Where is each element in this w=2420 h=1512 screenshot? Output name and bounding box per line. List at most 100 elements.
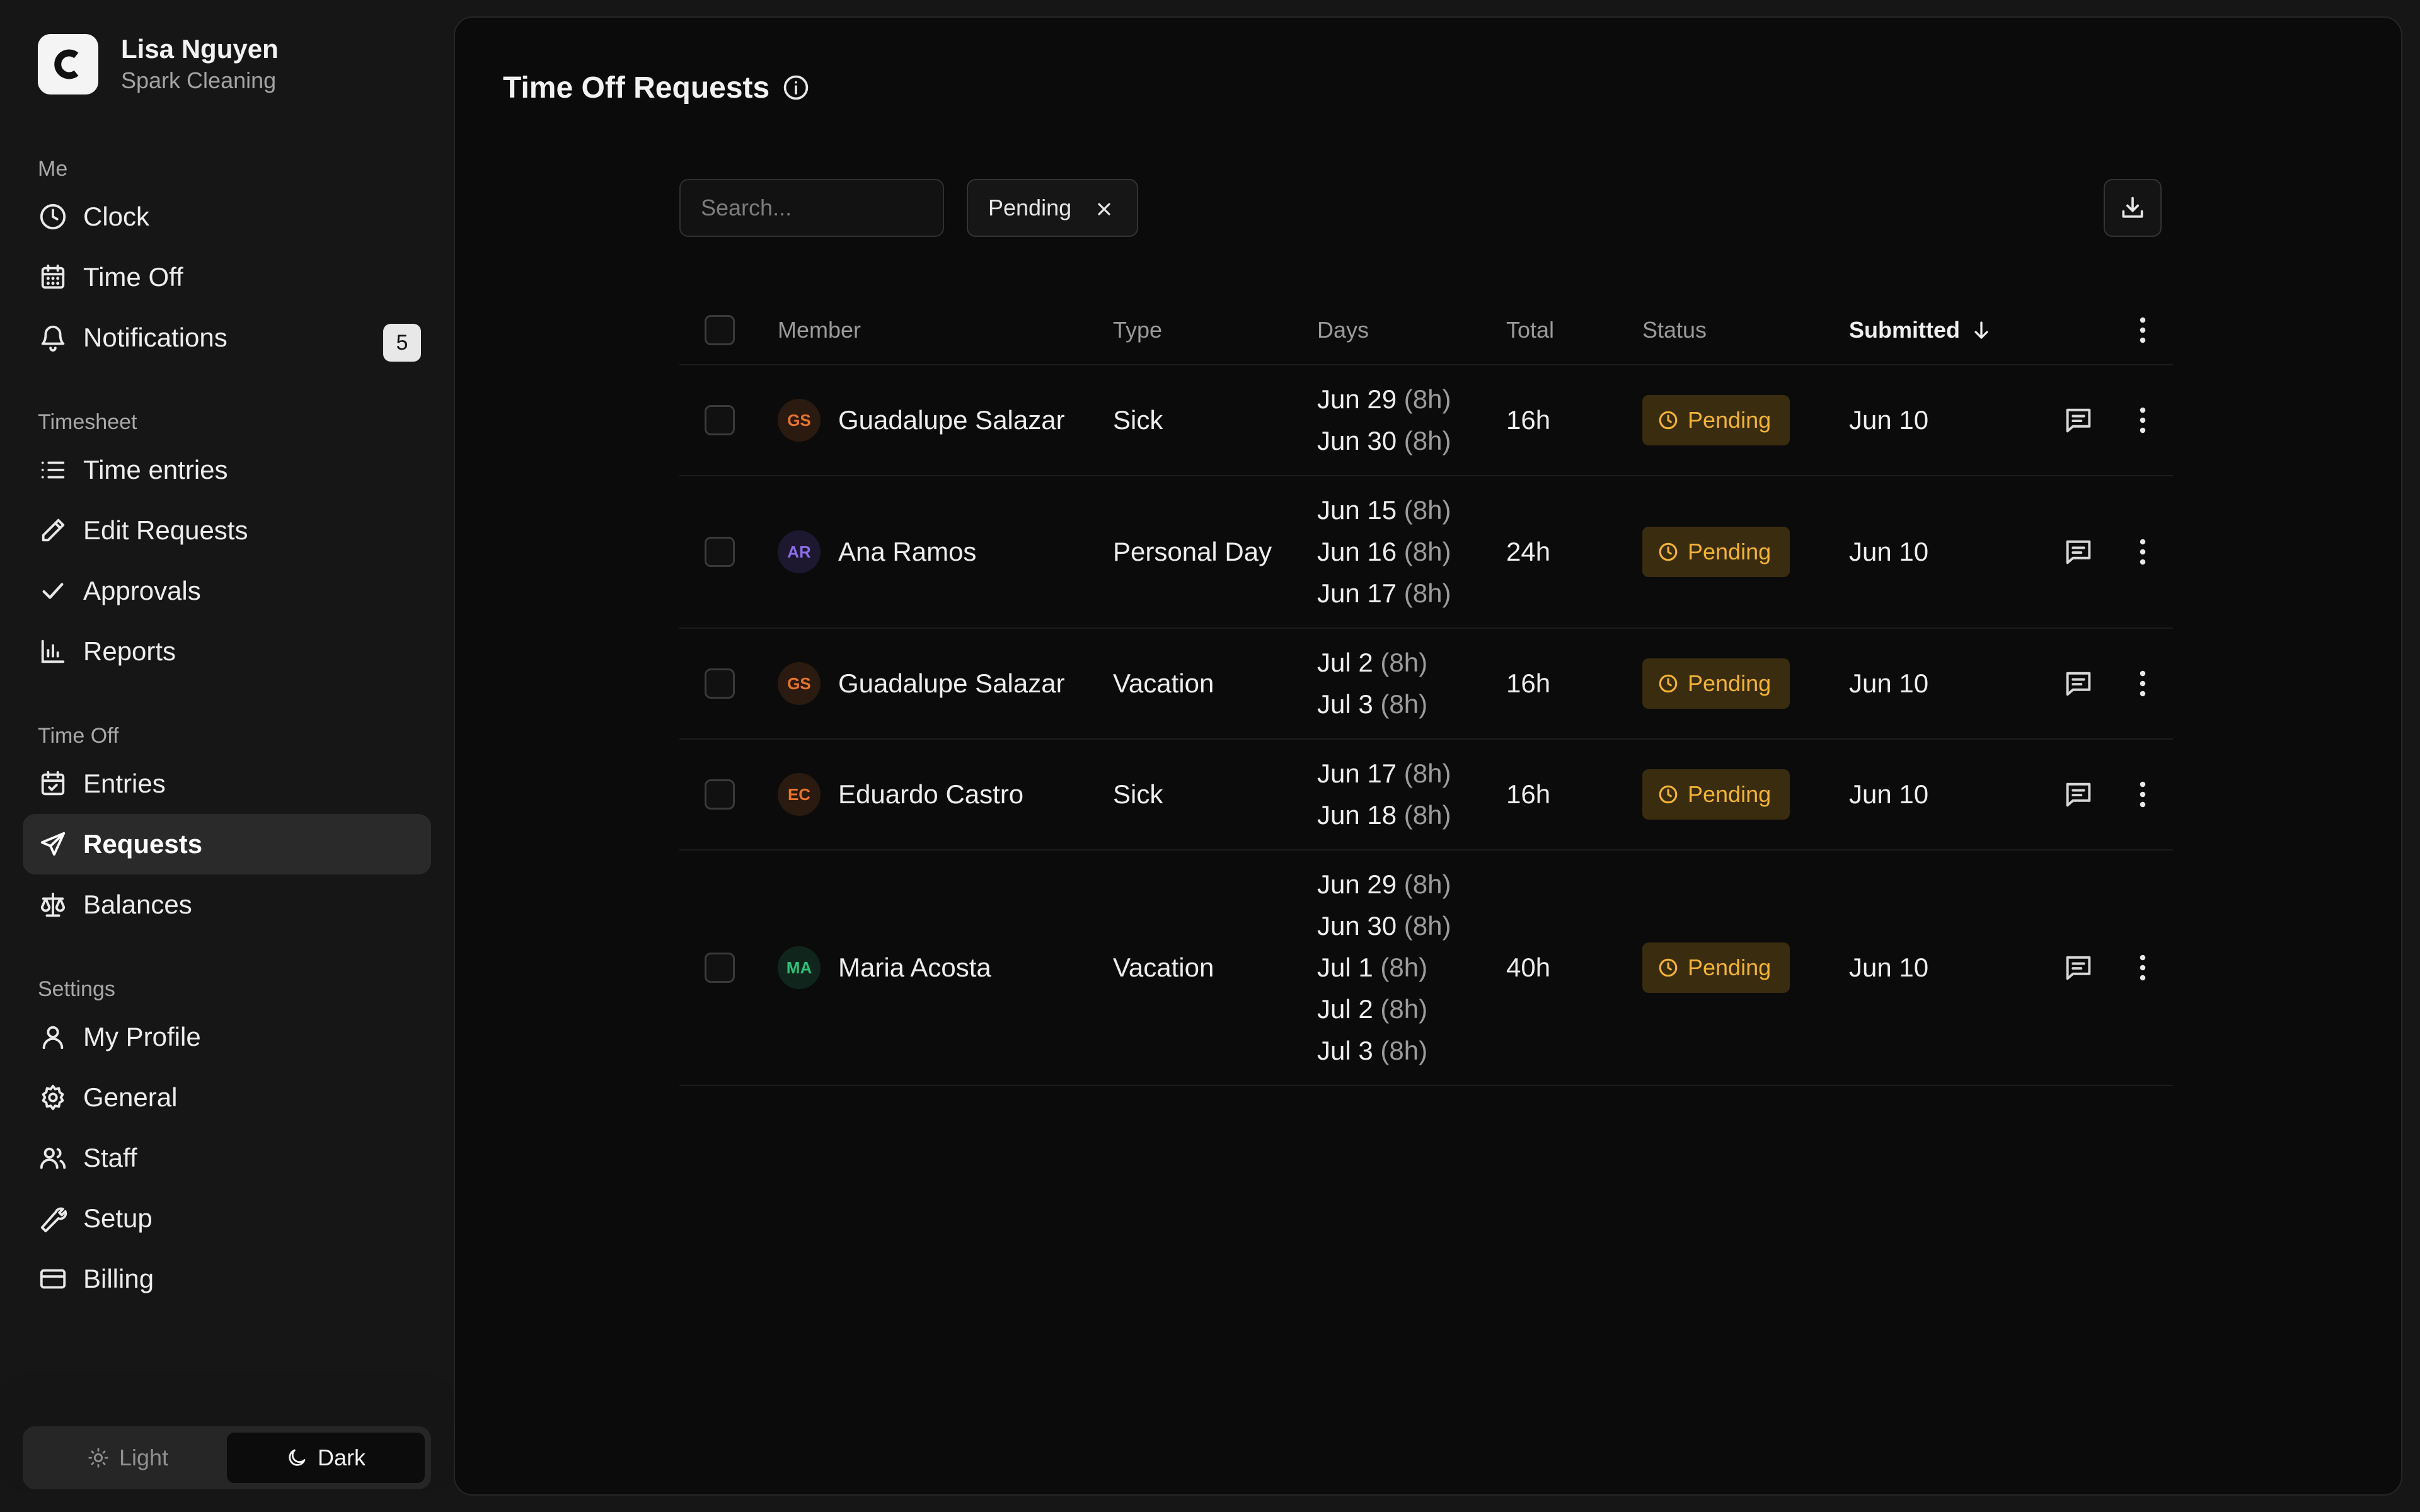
row-checkbox[interactable] [705,668,735,699]
sidebar-item-entries[interactable]: Entries [23,753,431,814]
sidebar-item-label: Edit Requests [83,515,248,545]
main-panel: Time Off Requests Pending Member Type [454,16,2402,1496]
row-checkbox[interactable] [705,779,735,810]
column-header-submitted[interactable]: Submitted [1849,295,1993,365]
table-row[interactable]: EC Eduardo Castro Sick Jun 17 (8h) Jun 18 (8… [679,740,2173,850]
day-date: Jul 3 [1317,1036,1373,1065]
type-cell: Sick [1113,405,1163,435]
sidebar-item-approvals[interactable]: Approvals [23,561,431,621]
sidebar-item-billing[interactable]: Billing [23,1249,431,1309]
total-cell: 16h [1506,779,1551,809]
sidebar-item-my-profile[interactable]: My Profile [23,1007,431,1067]
status-filter-chip[interactable]: Pending [967,179,1138,237]
table-row[interactable]: GS Guadalupe Salazar Vacation Jul 2 (8h) Jul… [679,629,2173,740]
day-date: Jul 2 [1317,994,1373,1024]
comment-button[interactable] [2058,400,2099,440]
status-cell: Pending [1642,365,1790,475]
column-header-total[interactable]: Total [1506,295,1554,365]
row-checkbox[interactable] [705,537,735,567]
comment-button[interactable] [2058,663,2099,704]
sidebar-item-staff[interactable]: Staff [23,1128,431,1188]
row-menu-button[interactable] [2123,663,2163,704]
sidebar-item-edit-requests[interactable]: Edit Requests [23,500,431,561]
more-vertical-icon [2140,317,2146,343]
status-cell: Pending [1642,850,1790,1085]
sidebar-item-label: Clock [83,202,150,231]
row-menu-button[interactable] [2123,400,2163,440]
status-label: Pending [1688,407,1772,433]
type-cell: Personal Day [1113,537,1272,566]
row-menu-button[interactable] [2123,774,2163,815]
day-hours: (8h) [1403,911,1451,941]
section-label-settings: Settings [38,977,115,1001]
member-name[interactable]: Ana Ramos [838,537,976,567]
table-row[interactable]: MA Maria Acosta Vacation Jun 29 (8h) Jun 30 … [679,850,2173,1086]
row-menu-button[interactable] [2123,532,2163,572]
day-hours: (8h) [1380,994,1428,1024]
toolbar: Pending [679,179,2162,239]
section-label-timesheet: Timesheet [38,410,137,434]
member-name[interactable]: Guadalupe Salazar [838,405,1065,435]
sidebar-item-clock[interactable]: Clock [23,186,431,247]
filter-chip-label: Pending [988,195,1072,220]
sidebar-item-general[interactable]: General [23,1067,431,1128]
search-input[interactable] [679,179,944,237]
sidebar-item-label: Time entries [83,455,228,484]
table-body: GS Guadalupe Salazar Sick Jun 29 (8h) Jun 30… [679,365,2173,1086]
submitted-cell: Jun 10 [1849,668,1929,698]
day-entry: Jul 2 (8h) [1317,642,1427,684]
type-cell: Vacation [1113,668,1214,698]
theme-dark-button[interactable]: Dark [227,1433,425,1483]
sidebar-item-reports[interactable]: Reports [23,621,431,682]
table-row[interactable]: AR Ana Ramos Personal Day Jun 15 (8h) Jun 16… [679,476,2173,629]
member-name[interactable]: Eduardo Castro [838,779,1023,810]
column-header-submitted-label: Submitted [1849,317,1960,343]
clock-icon [1657,410,1679,431]
status-label: Pending [1688,539,1772,564]
sidebar-item-label: Staff [83,1143,137,1172]
total-cell: 24h [1506,537,1551,566]
status-label: Pending [1688,781,1772,807]
comment-button[interactable] [2058,948,2099,988]
sidebar-item-time-off[interactable]: Time Off [23,247,431,307]
status-cell: Pending [1642,740,1790,849]
submitted-cell: Jun 10 [1849,537,1929,566]
account-switcher[interactable]: Lisa Nguyen Spark Cleaning [38,33,279,96]
row-checkbox[interactable] [705,405,735,435]
comment-button[interactable] [2058,532,2099,572]
column-header-member[interactable]: Member [778,295,861,365]
close-icon[interactable] [1094,199,1114,219]
users-icon [38,1143,68,1173]
column-header-status[interactable]: Status [1642,295,1707,365]
member-name[interactable]: Guadalupe Salazar [838,668,1065,699]
sidebar-item-setup[interactable]: Setup [23,1188,431,1249]
info-icon[interactable] [782,74,810,101]
clock-icon [38,202,68,232]
submitted-cell: Jun 10 [1849,405,1929,435]
sidebar-item-time-entries[interactable]: Time entries [23,440,431,500]
comment-cell [2058,629,2099,738]
sidebar-item-notifications[interactable]: Notifications 5 [23,307,431,368]
days-cell: Jul 2 (8h) Jul 3 (8h) [1317,629,1427,738]
column-header-type[interactable]: Type [1113,295,1162,365]
moon-icon [286,1447,308,1469]
status-badge: Pending [1642,395,1790,445]
sidebar-item-balances[interactable]: Balances [23,874,431,935]
days-cell: Jun 17 (8h) Jun 18 (8h) [1317,740,1451,849]
columns-menu-button[interactable] [2123,310,2163,350]
theme-light-button[interactable]: Light [29,1433,227,1483]
row-checkbox-cell [705,476,735,627]
column-header-days[interactable]: Days [1317,295,1369,365]
member-cell: GS Guadalupe Salazar [778,365,1065,475]
member-name[interactable]: Maria Acosta [838,953,991,983]
sidebar-item-label: Time Off [83,262,183,292]
comment-button[interactable] [2058,774,2099,815]
row-menu-button[interactable] [2123,948,2163,988]
row-checkbox[interactable] [705,953,735,983]
select-all-checkbox[interactable] [705,315,735,345]
sidebar-item-requests[interactable]: Requests [23,814,431,874]
days-cell: Jun 29 (8h) Jun 30 (8h) Jul 1 (8h) Jul 2 (8… [1317,850,1451,1085]
table-row[interactable]: GS Guadalupe Salazar Sick Jun 29 (8h) Jun 30… [679,365,2173,476]
export-button[interactable] [2104,179,2162,237]
day-date: Jun 29 [1317,869,1397,899]
